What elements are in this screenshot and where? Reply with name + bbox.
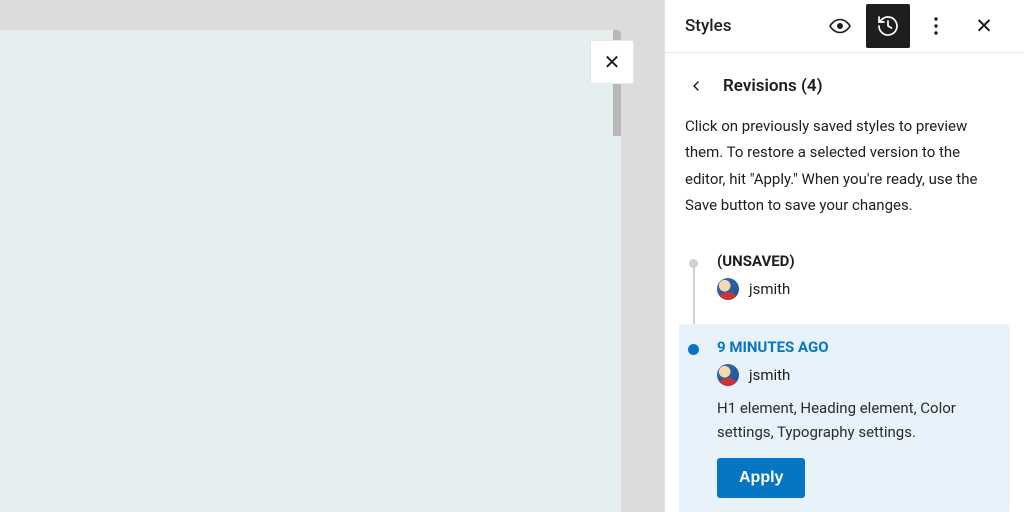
timeline-dot-icon [689,259,698,268]
revision-username: jsmith [749,366,790,384]
editor-canvas[interactable] [0,30,621,512]
revision-item[interactable]: 9 MINUTES AGO jsmith H1 element, Heading… [679,324,1010,512]
revisions-button[interactable] [866,4,910,48]
subheader-title: Revisions (4) [723,76,823,96]
revision-item[interactable]: (UNSAVED) jsmith [679,238,1010,324]
more-menu-button[interactable] [914,4,958,48]
close-icon: ✕ [975,14,993,39]
avatar [717,364,739,386]
sidebar-title: Styles [685,16,814,36]
revision-time: (UNSAVED) [717,252,1000,270]
eye-icon [828,14,852,38]
history-icon [876,14,900,38]
revision-username: jsmith [749,280,790,298]
revision-time: 9 MINUTES AGO [717,338,1000,356]
revisions-description: Click on previously saved styles to prev… [665,113,1024,238]
sidebar-subheader: Revisions (4) [665,53,1024,113]
styles-sidebar: Styles ✕ [664,0,1024,512]
style-book-button[interactable] [818,4,862,48]
close-canvas-button[interactable]: ✕ [590,40,634,84]
kebab-icon [924,14,948,38]
apply-button[interactable]: Apply [717,458,805,498]
close-panel-button[interactable]: ✕ [962,4,1006,48]
close-icon: ✕ [604,50,621,74]
revision-author: jsmith [717,278,1000,300]
back-button[interactable] [683,73,709,99]
editor-canvas-area: ✕ [0,0,664,512]
app-root: ✕ Styles [0,0,1024,512]
revision-changes: H1 element, Heading element, Color setti… [717,396,1000,444]
revision-author: jsmith [717,364,1000,386]
timeline-dot-icon [688,344,699,355]
avatar [717,278,739,300]
chevron-left-icon [688,78,704,94]
sidebar-header: Styles ✕ [665,0,1024,53]
revisions-list: (UNSAVED) jsmith 9 MINUTES AGO jsmith H1… [665,238,1024,512]
